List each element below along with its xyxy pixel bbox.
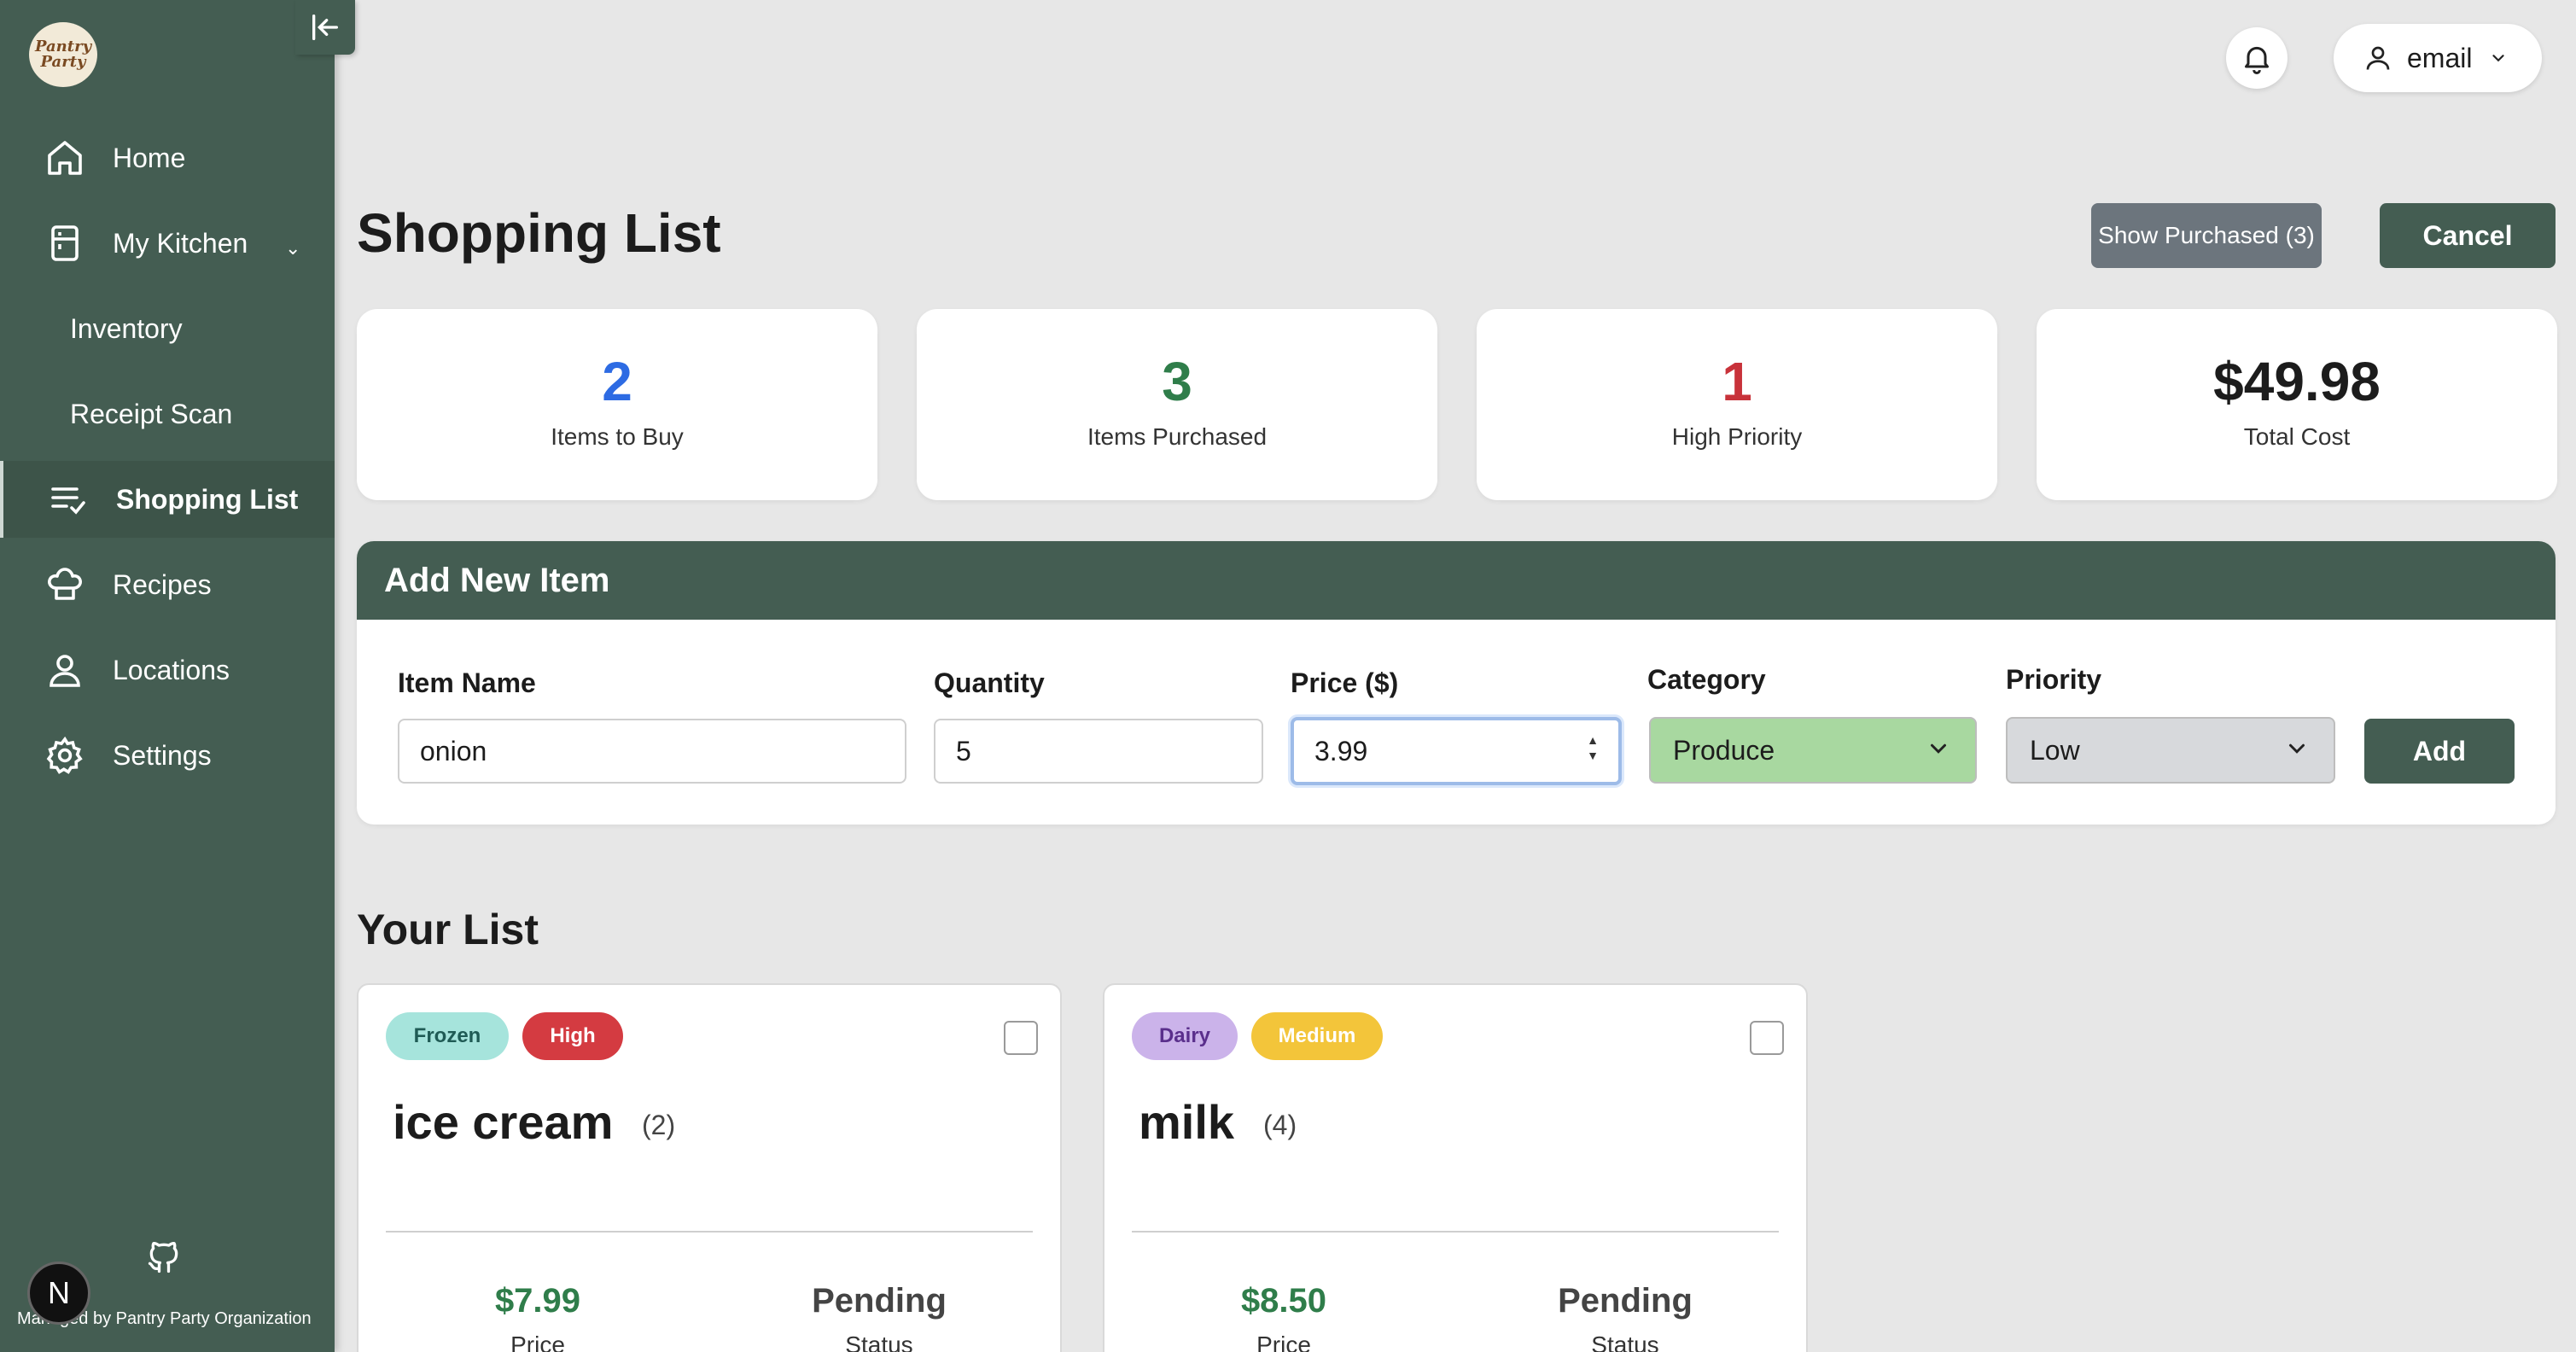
stat-card-high-priority: 1 High Priority xyxy=(1477,309,1997,500)
stat-caption: Items to Buy xyxy=(551,423,684,450)
quantity-label: Quantity xyxy=(934,667,1045,698)
list-item-card: Frozen High ice cream (2) $7.99 Price Pe… xyxy=(357,983,1062,1352)
sidebar-item-label: Locations xyxy=(113,654,230,685)
stat-value: 1 xyxy=(1722,351,1752,412)
item-name: ice cream xyxy=(393,1095,614,1149)
price-caption: Price xyxy=(1256,1332,1311,1352)
item-price: $8.50 xyxy=(1240,1282,1327,1320)
page-title: Shopping List xyxy=(357,202,721,264)
sidebar-item-label: Home xyxy=(113,142,186,173)
sidebar-item-locations[interactable]: Locations xyxy=(0,632,335,708)
add-item-title: Add New Item xyxy=(357,541,2556,620)
user-menu-button[interactable]: email xyxy=(2334,24,2542,92)
chevron-down-icon xyxy=(2289,743,2305,754)
sidebar-item-label: Shopping List xyxy=(116,483,299,515)
priority-value: Low xyxy=(2030,734,2080,766)
divider xyxy=(386,1231,1033,1233)
sidebar-item-my-kitchen[interactable]: My Kitchen ⌄ xyxy=(0,205,335,282)
collapse-sidebar-button[interactable] xyxy=(295,0,355,55)
category-tag: Frozen xyxy=(386,1012,509,1060)
chevron-down-icon xyxy=(1931,743,1946,754)
purchased-checkbox[interactable] xyxy=(1750,1021,1784,1055)
show-purchased-button[interactable]: Show Purchased (3) xyxy=(2091,203,2322,268)
stat-caption: Items Purchased xyxy=(1087,423,1268,450)
priority-label: Priority xyxy=(2006,664,2102,695)
bell-icon xyxy=(2245,46,2269,74)
list-title: Your List xyxy=(357,906,539,953)
item-status: Pending xyxy=(812,1282,947,1320)
status-caption: Status xyxy=(845,1332,913,1352)
sidebar-item-settings[interactable]: Settings xyxy=(0,717,335,794)
item-name-label: Item Name xyxy=(398,667,536,698)
chevron-down-icon xyxy=(2492,55,2505,62)
item-quantity: (2) xyxy=(642,1110,676,1140)
location-icon xyxy=(50,655,80,687)
stat-card-total-cost: $49.98 Total Cost xyxy=(2037,309,2557,500)
item-name: milk xyxy=(1139,1095,1235,1149)
divider xyxy=(1132,1231,1779,1233)
gear-icon xyxy=(46,736,83,774)
github-icon[interactable] xyxy=(145,1236,183,1279)
category-label: Category xyxy=(1647,664,1766,695)
collapse-left-icon xyxy=(312,15,338,40)
fridge-icon xyxy=(51,225,79,261)
priority-tag: Medium xyxy=(1251,1012,1383,1060)
stat-caption: Total Cost xyxy=(2243,423,2351,450)
stat-value: 3 xyxy=(1162,351,1192,412)
sidebar-item-receipt-scan[interactable]: Receipt Scan xyxy=(0,376,335,452)
price-input[interactable]: 3.99 ▲ ▼ xyxy=(1291,717,1622,785)
stat-value: $49.98 xyxy=(2213,351,2381,412)
item-price: $7.99 xyxy=(494,1282,581,1320)
sidebar-item-label: Receipt Scan xyxy=(70,398,233,429)
sidebar: Pantry Party Home My Kitchen ⌄ Inventory… xyxy=(0,0,335,1352)
sidebar-item-inventory[interactable]: Inventory xyxy=(0,290,335,367)
sidebar-item-label: Settings xyxy=(113,739,212,771)
n-badge[interactable]: N xyxy=(27,1262,90,1325)
category-select[interactable]: Produce xyxy=(1649,717,1977,784)
sidebar-item-label: Recipes xyxy=(113,568,212,600)
sidebar-item-shopping-list[interactable]: Shopping List xyxy=(0,461,335,538)
sidebar-item-home[interactable]: Home xyxy=(0,119,335,196)
checklist-icon xyxy=(51,487,85,515)
priority-tag: High xyxy=(522,1012,623,1060)
purchased-checkbox[interactable] xyxy=(1004,1021,1038,1055)
item-quantity: (4) xyxy=(1263,1110,1297,1140)
price-value: 3.99 xyxy=(1314,735,1368,766)
stat-card-items-purchased: 3 Items Purchased xyxy=(917,309,1437,500)
stat-caption: High Priority xyxy=(1671,423,1803,450)
status-caption: Status xyxy=(1591,1332,1659,1352)
quantity-input[interactable]: 5 xyxy=(934,719,1263,784)
add-button[interactable]: Add xyxy=(2364,719,2515,784)
stat-value: 2 xyxy=(602,351,632,412)
sidebar-item-label: Inventory xyxy=(70,312,183,344)
chevron-down-icon[interactable]: ⌄ xyxy=(285,237,300,259)
notifications-button[interactable] xyxy=(2226,27,2288,89)
stat-card-items-to-buy: 2 Items to Buy xyxy=(357,309,877,500)
priority-select[interactable]: Low xyxy=(2006,717,2335,784)
sidebar-item-recipes[interactable]: Recipes xyxy=(0,546,335,623)
category-value: Produce xyxy=(1673,734,1775,766)
category-tag: Dairy xyxy=(1132,1012,1238,1060)
user-icon xyxy=(2366,46,2390,70)
user-label: email xyxy=(2407,42,2473,73)
item-status: Pending xyxy=(1558,1282,1693,1320)
home-icon xyxy=(48,141,82,175)
price-caption: Price xyxy=(510,1332,565,1352)
chef-hat-icon xyxy=(48,568,82,600)
price-stepper[interactable]: ▲ ▼ xyxy=(1582,732,1603,770)
list-item-card: Dairy Medium milk (4) $8.50 Price Pendin… xyxy=(1103,983,1808,1352)
logo-text: Pantry Party xyxy=(34,38,92,71)
item-name-input[interactable]: onion xyxy=(398,719,906,784)
sidebar-item-label: My Kitchen xyxy=(113,227,248,259)
cancel-button[interactable]: Cancel xyxy=(2380,203,2556,268)
pantry-party-logo[interactable]: Pantry Party xyxy=(29,22,97,87)
price-label: Price ($) xyxy=(1291,667,1399,698)
